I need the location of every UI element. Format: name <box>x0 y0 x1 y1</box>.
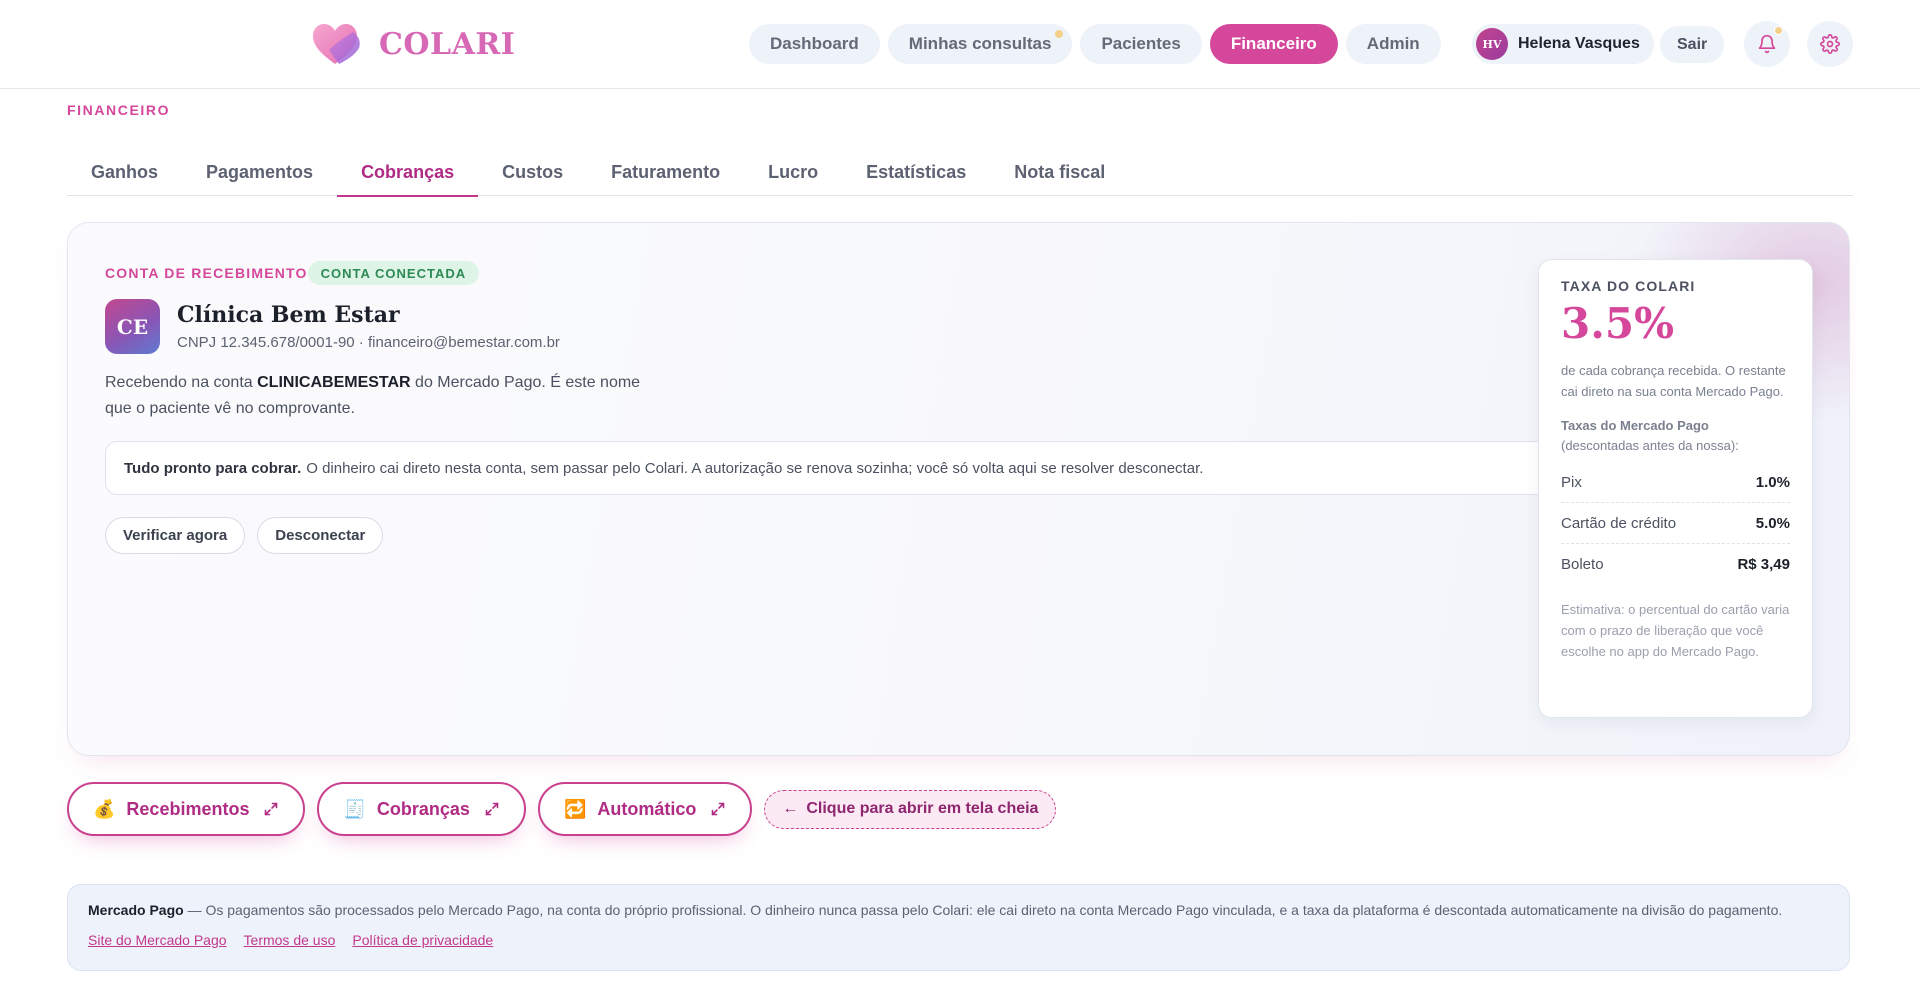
arrow-left-icon: ← <box>782 800 799 817</box>
user-name: Helena Vasques <box>1518 35 1640 52</box>
top-navigation-bar: COLARI Dashboard Minhas consultas Pacien… <box>0 0 1920 89</box>
ready-notice-title: Tudo pronto para cobrar. <box>124 459 302 477</box>
verify-now-button[interactable]: Verificar agora <box>105 517 246 554</box>
account-actions: Verificar agora Desconectar <box>105 517 384 554</box>
automatico-button[interactable]: 🔁 Automático <box>537 782 753 836</box>
nav-item-label: Financeiro <box>1230 34 1317 53</box>
main-nav: Dashboard Minhas consultas Pacientes Fin… <box>749 24 1441 64</box>
heart-logo-icon <box>313 24 360 64</box>
expand-icon <box>265 802 278 816</box>
receiving-account-card: CONTA DE RECEBIMENTO CONTA CONECTADA CE … <box>67 222 1850 756</box>
cobrancas-button[interactable]: 🧾 Cobranças <box>317 782 526 836</box>
mercado-pago-site-link[interactable]: Site do Mercado Pago <box>88 932 227 948</box>
mercado-pago-fees-title: Taxas do Mercado Pago <box>1561 418 1709 433</box>
fee-row-value: 5.0% <box>1755 514 1790 532</box>
settings-button[interactable] <box>1807 21 1853 67</box>
tab-lucro[interactable]: Lucro <box>744 148 842 196</box>
receiving-account-description: Recebendo na conta CLINICABEMESTAR do Me… <box>105 370 665 422</box>
nav-item-admin[interactable]: Admin <box>1345 24 1441 64</box>
mercado-pago-links: Site do Mercado Pago Termos de uso Polít… <box>88 932 1829 948</box>
clinic-name: Clínica Bem Estar <box>177 302 400 328</box>
tab-cobrancas[interactable]: Cobranças <box>337 148 479 197</box>
expand-icon <box>712 802 725 816</box>
nav-item-minhas-consultas[interactable]: Minhas consultas <box>887 24 1073 64</box>
receive-prefix: Recebendo na conta <box>105 374 258 391</box>
bell-icon <box>1758 34 1776 54</box>
account-label: CONTA DE RECEBIMENTO <box>105 265 308 281</box>
brand-name: COLARI <box>379 26 516 62</box>
nav-item-label: Pacientes <box>1101 34 1181 53</box>
money-bag-icon: 💰 <box>93 798 116 819</box>
shortcut-label: Recebimentos <box>126 798 250 819</box>
fee-row: Cartão de crédito 5.0% <box>1561 503 1790 544</box>
fullscreen-hint-button[interactable]: ← Clique para abrir em tela cheia <box>764 789 1057 829</box>
terms-link[interactable]: Termos de uso <box>244 932 336 948</box>
mercado-pago-info-body: — Os pagamentos são processados pelo Mer… <box>183 902 1783 918</box>
nav-item-financeiro[interactable]: Financeiro <box>1209 24 1338 64</box>
logout-button[interactable]: Sair <box>1660 26 1725 63</box>
fee-row: Boleto R$ 3,49 <box>1561 544 1790 585</box>
shortcut-label: Automático <box>597 798 697 819</box>
section-title: FINANCEIRO <box>67 102 171 118</box>
tab-custos[interactable]: Custos <box>478 148 587 196</box>
nav-item-label: Dashboard <box>770 34 859 53</box>
fee-card: TAXA DO COLARI 3.5% de cada cobrança rec… <box>1538 259 1813 718</box>
mercado-pago-fees-subtitle: (descontadas antes da nossa): <box>1561 438 1739 453</box>
fee-title: TAXA DO COLARI <box>1561 278 1696 294</box>
tab-pagamentos[interactable]: Pagamentos <box>182 148 337 196</box>
fee-row: Pix 1.0% <box>1561 462 1790 503</box>
fee-row-value: R$ 3,49 <box>1737 556 1790 573</box>
mercado-pago-info-title: Mercado Pago <box>88 902 184 918</box>
notification-dot <box>1774 26 1783 35</box>
privacy-policy-link[interactable]: Política de privacidade <box>352 932 493 948</box>
nav-item-pacientes[interactable]: Pacientes <box>1080 24 1202 64</box>
tab-estatisticas[interactable]: Estatísticas <box>842 148 990 196</box>
account-header: CONTA DE RECEBIMENTO CONTA CONECTADA <box>105 261 480 285</box>
fee-description: de cada cobrança recebida. O restante ca… <box>1561 363 1786 399</box>
clinic-avatar: CE <box>105 299 160 354</box>
mercado-pago-account-name: CLINICABEMESTAR <box>257 374 411 391</box>
clinic-meta: CNPJ 12.345.678/0001-90 · financeiro@bem… <box>177 334 560 351</box>
mercado-pago-info-text: Mercado Pago — Os pagamentos são process… <box>88 902 1829 918</box>
brand[interactable]: COLARI <box>309 20 515 68</box>
nav-item-dashboard[interactable]: Dashboard <box>749 24 880 64</box>
fee-value: 3.5% <box>1561 299 1674 348</box>
notification-dot <box>1055 30 1064 38</box>
user-menu[interactable]: HV Helena Vasques <box>1472 24 1654 64</box>
recebimentos-button[interactable]: 💰 Recebimentos <box>67 782 306 836</box>
fee-row-label: Boleto <box>1561 556 1604 573</box>
tab-nota-fiscal[interactable]: Nota fiscal <box>990 148 1129 196</box>
fee-table: Pix 1.0% Cartão de crédito 5.0% Boleto R… <box>1561 462 1790 585</box>
disconnect-button[interactable]: Desconectar <box>257 517 384 554</box>
shortcut-label: Cobranças <box>376 798 470 819</box>
status-badge: CONTA CONECTADA <box>307 261 480 285</box>
fee-row-value: 1.0% <box>1755 473 1790 491</box>
notifications-button[interactable] <box>1744 21 1790 67</box>
ready-notice: Tudo pronto para cobrar. O dinheiro cai … <box>105 441 1548 495</box>
fee-row-label: Pix <box>1561 473 1582 491</box>
repeat-icon: 🔁 <box>563 798 587 819</box>
fee-row-label: Cartão de crédito <box>1561 514 1677 532</box>
ready-notice-text: O dinheiro cai direto nesta conta, sem p… <box>306 459 1204 477</box>
gear-icon <box>1820 34 1840 54</box>
nav-item-label: Admin <box>1366 34 1420 53</box>
nav-item-label: Minhas consultas <box>908 34 1052 53</box>
avatar: HV <box>1476 28 1508 60</box>
finance-tabs: Ganhos Pagamentos Cobranças Custos Fatur… <box>67 148 1853 197</box>
fullscreen-hint-label: Clique para abrir em tela cheia <box>806 800 1039 817</box>
expand-icon <box>485 802 499 816</box>
tab-faturamento[interactable]: Faturamento <box>587 148 744 196</box>
fee-note: Estimativa: o percentual do cartão varia… <box>1561 602 1790 659</box>
receipt-icon: 🧾 <box>343 798 366 819</box>
tab-ganhos[interactable]: Ganhos <box>67 148 182 196</box>
clinic-info: CE Clínica Bem Estar CNPJ 12.345.678/000… <box>105 299 560 354</box>
shortcut-buttons: 💰 Recebimentos 🧾 Cobranças 🔁 Automático … <box>67 782 1057 836</box>
mercado-pago-info: Mercado Pago — Os pagamentos são process… <box>67 884 1850 971</box>
